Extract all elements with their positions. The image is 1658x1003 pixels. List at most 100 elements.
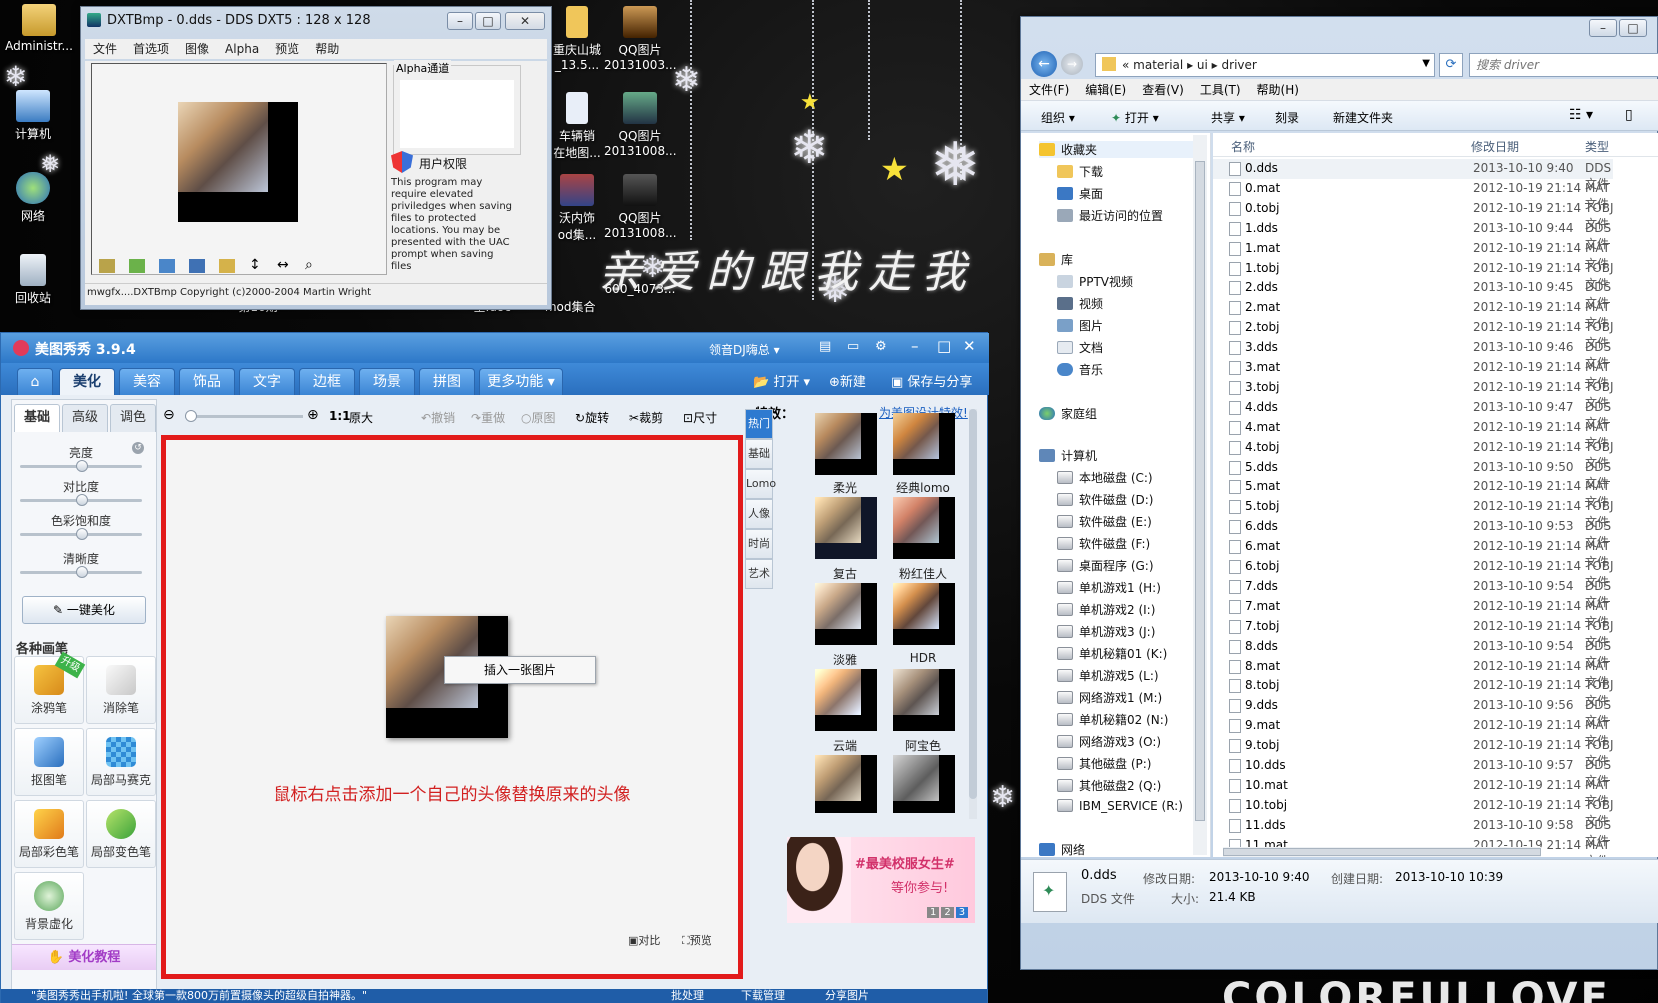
column-type[interactable]: 类型 [1585, 138, 1609, 155]
nav-downloads[interactable]: 下载 [1057, 163, 1103, 180]
maximize-button[interactable]: □ [1619, 19, 1647, 37]
slider-knob[interactable] [76, 566, 88, 578]
zoom-slider[interactable] [185, 410, 303, 422]
desktop-file[interactable]: 车辆销 在地图... [544, 92, 610, 161]
nav-pictures[interactable]: 图片 [1057, 317, 1103, 334]
original-button[interactable]: ○原图 [521, 409, 556, 426]
scroll-thumb[interactable] [1223, 848, 1541, 856]
tab-collage[interactable]: 拼图 [419, 368, 475, 395]
menu-alpha[interactable]: Alpha [225, 42, 259, 56]
effect-thumb[interactable] [815, 755, 877, 813]
ad-page-2[interactable]: 2 [941, 907, 954, 918]
burn-button[interactable]: 刻录 [1275, 109, 1299, 126]
file-row[interactable]: 10.dds 2013-10-10 9:57 DDS 文件 [1213, 756, 1613, 788]
undo-button[interactable]: ↶撤销 [421, 409, 455, 426]
nav-homegroup[interactable]: 家庭组 [1039, 405, 1097, 422]
nav-drive-q[interactable]: 其他磁盘2 (Q:) [1057, 777, 1161, 794]
maximize-button[interactable]: □ [937, 337, 951, 355]
nav-pptv[interactable]: PPTV视频 [1057, 273, 1133, 290]
file-row[interactable]: 1.mat 2012-10-19 21:14 MAT 文件 [1213, 239, 1613, 271]
share-button[interactable]: 共享 ▾ [1211, 109, 1245, 126]
desktop-icon-admin[interactable]: Administr... [0, 4, 78, 53]
column-date[interactable]: 修改日期 [1471, 138, 1519, 155]
ad-page-1[interactable]: 1 [927, 907, 940, 918]
nav-drive-j[interactable]: 单机游戏3 (J:) [1057, 623, 1155, 640]
mosaic-brush-tool[interactable]: 局部马赛克 [86, 728, 156, 796]
nav-drive-o[interactable]: 网络游戏3 (O:) [1057, 733, 1161, 750]
nav-scrollbar[interactable] [1193, 135, 1207, 855]
breadcrumb-material[interactable]: material [1133, 58, 1183, 72]
desktop-icon-computer[interactable]: 计算机 [0, 90, 72, 142]
category-portrait[interactable]: 人像 [745, 499, 773, 529]
nav-drive-m[interactable]: 网络游戏1 (M:) [1057, 689, 1162, 706]
zoom-out-icon[interactable]: ⊖ [163, 407, 175, 423]
nav-network[interactable]: 网络 [1039, 841, 1085, 857]
nav-recent[interactable]: 最近访问的位置 [1057, 207, 1163, 224]
category-hot[interactable]: 热门 [745, 409, 773, 439]
slider-knob[interactable] [76, 494, 88, 506]
column-name[interactable]: 名称 [1231, 138, 1255, 155]
tab-text[interactable]: 文字 [239, 368, 295, 395]
effect-thumb-soft-light[interactable] [815, 413, 877, 475]
address-dropdown-icon[interactable]: ▼ [1422, 58, 1430, 69]
subtab-basic[interactable]: 基础 [14, 404, 60, 432]
tab-accessories[interactable]: 饰品 [179, 368, 235, 395]
file-row[interactable]: 6.dds 2013-10-10 9:53 DDS 文件 [1213, 517, 1613, 549]
tab-beautify[interactable]: 美化 [59, 368, 115, 395]
file-row[interactable]: 2.mat 2012-10-19 21:14 MAT 文件 [1213, 298, 1613, 330]
file-row[interactable]: 4.mat 2012-10-19 21:14 MAT 文件 [1213, 418, 1613, 450]
image-canvas[interactable]: 插入一张图片 鼠标右点击添加一个自己的头像替换原来的头像 ▣对比 ⛶预览 [161, 435, 743, 979]
desktop-icon-recycle-bin[interactable]: 回收站 [0, 254, 72, 306]
file-row[interactable]: 2.dds 2013-10-10 9:45 DDS 文件 [1213, 278, 1613, 310]
address-bar[interactable]: « material ▸ ui ▸ driver ▼ [1095, 53, 1435, 77]
zoom-knob[interactable] [185, 410, 197, 422]
open-button[interactable]: 📂 打开 ▾ [753, 371, 810, 390]
skin-icon[interactable]: ▤ [819, 339, 831, 354]
zoom-in-icon[interactable]: ⊕ [307, 407, 319, 423]
nav-favorites[interactable]: 收藏夹 [1039, 141, 1199, 158]
file-row[interactable]: 5.dds 2013-10-10 9:50 DDS 文件 [1213, 458, 1613, 490]
export-icon[interactable] [159, 259, 175, 273]
download-manager-button[interactable]: 下载管理 [741, 989, 785, 1003]
message-icon[interactable]: ▭ [847, 339, 859, 354]
scroll-thumb[interactable] [969, 409, 977, 799]
context-menu-insert-image[interactable]: 插入一张图片 [444, 656, 596, 684]
menu-preview[interactable]: 预览 [275, 42, 299, 56]
file-row[interactable]: 7.mat 2012-10-19 21:14 MAT 文件 [1213, 597, 1613, 629]
file-row[interactable]: 10.tobj 2012-10-19 21:14 TOBJ 文件 [1213, 796, 1614, 828]
new-folder-button[interactable]: 新建文件夹 [1333, 109, 1393, 126]
slider-knob[interactable] [76, 528, 88, 540]
resize-button[interactable]: ⊡尺寸 [683, 409, 717, 426]
tutorial-link[interactable]: ✋ 美化教程 [12, 944, 156, 970]
minimize-button[interactable]: – [1589, 19, 1617, 37]
actual-size-button[interactable]: 原大 [349, 409, 373, 426]
minimize-button[interactable]: – [447, 12, 473, 30]
open-button[interactable]: ✦ 打开 ▾ [1111, 109, 1159, 126]
nav-drive-c[interactable]: 本地磁盘 (C:) [1057, 469, 1153, 486]
color-brush-tool[interactable]: 局部彩色笔 [14, 800, 84, 868]
tab-scene[interactable]: 场景 [359, 368, 415, 395]
nav-drive-h[interactable]: 单机游戏1 (H:) [1057, 579, 1161, 596]
nav-drive-f[interactable]: 软件磁盘 (F:) [1057, 535, 1150, 552]
batch-button[interactable]: 批处理 [671, 989, 704, 1003]
effect-thumb[interactable] [893, 755, 955, 813]
minimize-button[interactable]: – [911, 337, 919, 355]
category-fashion[interactable]: 时尚 [745, 529, 773, 559]
file-row[interactable]: 7.tobj 2012-10-19 21:14 TOBJ 文件 [1213, 617, 1614, 649]
nav-libraries[interactable]: 库 [1039, 251, 1073, 268]
menu-file[interactable]: 文件 [93, 42, 117, 56]
file-row[interactable]: 4.dds 2013-10-10 9:47 DDS 文件 [1213, 398, 1613, 430]
share-image-button[interactable]: 分享图片 [825, 989, 869, 1003]
nav-drive-n[interactable]: 单机秘籍02 (N:) [1057, 711, 1168, 728]
nav-drive-p[interactable]: 其他磁盘 (P:) [1057, 755, 1151, 772]
desktop-file[interactable]: 600_4073... [600, 282, 680, 296]
file-row[interactable]: 10.mat 2012-10-19 21:14 MAT 文件 [1213, 776, 1613, 808]
nav-drive-d[interactable]: 软件磁盘 (D:) [1057, 491, 1153, 508]
file-row[interactable]: 8.dds 2013-10-10 9:54 DDS 文件 [1213, 637, 1613, 669]
flip-vertical-icon[interactable]: ↕ [249, 257, 261, 273]
tab-frame[interactable]: 边框 [299, 368, 355, 395]
category-lomo[interactable]: Lomo [745, 469, 776, 499]
nav-drive-k[interactable]: 单机秘籍01 (K:) [1057, 645, 1167, 662]
slider-sharpness[interactable]: 清晰度 [12, 550, 150, 578]
category-basic[interactable]: 基础 [745, 439, 773, 469]
